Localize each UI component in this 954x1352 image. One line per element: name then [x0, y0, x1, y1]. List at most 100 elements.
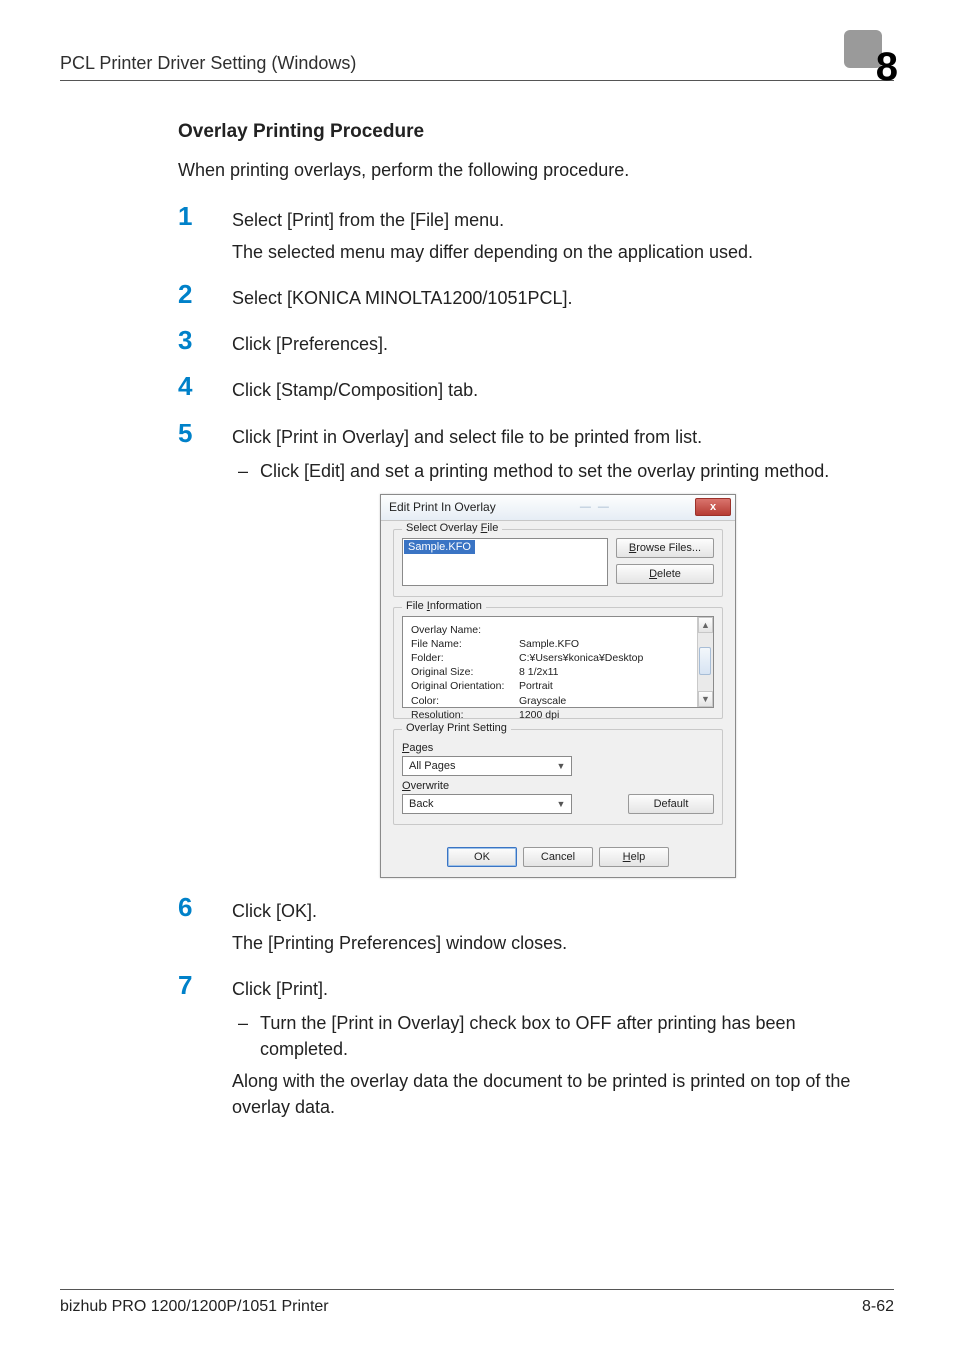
- step-7: 7 Click [Print]. Turn the [Print in Over…: [178, 976, 884, 1120]
- info-key: Original Orientation:: [411, 679, 519, 693]
- content: Overlay Printing Procedure When printing…: [60, 121, 894, 1120]
- step-text: Select [KONICA MINOLTA1200/1051PCL].: [232, 285, 884, 311]
- file-row: Sample.KFO Browse Files... Delete: [402, 538, 714, 586]
- button-label: Cancel: [541, 851, 575, 863]
- chevron-down-icon: ▼: [553, 761, 569, 771]
- step-5: 5 Click [Print in Overlay] and select fi…: [178, 424, 884, 878]
- info-key: Color:: [411, 694, 519, 708]
- overlay-print-setting-group: Overlay Print Setting Pages All Pages ▼: [393, 729, 723, 825]
- info-val: Portrait: [519, 679, 691, 693]
- intro-text: When printing overlays, perform the foll…: [178, 157, 884, 183]
- chapter-number: 8: [876, 45, 898, 90]
- info-row: Original Size:8 1/2x11: [411, 665, 691, 679]
- step-text: Click [Preferences].: [232, 331, 884, 357]
- header-title: PCL Printer Driver Setting (Windows): [60, 53, 356, 74]
- group-label: Select Overlay File: [402, 522, 502, 534]
- step-text: Click [Print].: [232, 976, 884, 1002]
- info-key: File Name:: [411, 637, 519, 651]
- step-subtext: Along with the overlay data the document…: [232, 1068, 884, 1120]
- step-list: 1 Select [Print] from the [File] menu. T…: [178, 207, 884, 1120]
- delete-button[interactable]: Delete: [616, 564, 714, 584]
- step-bullet: Turn the [Print in Overlay] check box to…: [232, 1010, 884, 1062]
- step-bullet: Click [Edit] and set a printing method t…: [232, 458, 884, 484]
- label-part: ages: [409, 742, 433, 754]
- step-number: 4: [178, 371, 192, 402]
- selected-file: Sample.KFO: [404, 540, 475, 554]
- label-mnemonic: D: [649, 568, 657, 580]
- step-text: Click [Print in Overlay] and select file…: [232, 424, 884, 450]
- step-number: 1: [178, 201, 192, 232]
- default-button[interactable]: Default: [628, 794, 714, 814]
- pages-select[interactable]: All Pages ▼: [402, 756, 572, 776]
- info-val: Sample.KFO: [519, 637, 691, 651]
- section-heading: Overlay Printing Procedure: [178, 121, 884, 143]
- step-number: 7: [178, 970, 192, 1001]
- label-part: ile: [487, 522, 498, 534]
- group-label: File Information: [402, 600, 486, 612]
- info-scrollbar[interactable]: ▲ ▼: [697, 617, 713, 707]
- browse-files-button[interactable]: Browse Files...: [616, 538, 714, 558]
- info-row: Original Orientation:Portrait: [411, 679, 691, 693]
- info-key: Original Size:: [411, 665, 519, 679]
- file-info-box: Overlay Name: File Name:Sample.KFO Folde…: [402, 616, 714, 708]
- label-part: elp: [631, 851, 646, 863]
- label-part: Select Overlay: [406, 522, 481, 534]
- info-key: Overlay Name:: [411, 623, 519, 637]
- overwrite-col: Overwrite Back ▼: [402, 776, 572, 814]
- page-header: PCL Printer Driver Setting (Windows) 8: [60, 30, 894, 81]
- select-value: Back: [409, 798, 433, 810]
- info-key: Resolution:: [411, 708, 519, 722]
- step-number: 3: [178, 325, 192, 356]
- label-part: rowse Files...: [636, 542, 701, 554]
- step-number: 5: [178, 418, 192, 449]
- dialog-wrap: Edit Print In Overlay — — x Select Overl…: [232, 494, 884, 878]
- step-6: 6 Click [OK]. The [Printing Preferences]…: [178, 898, 884, 956]
- file-information-group: File Information Overlay Name: File Name…: [393, 607, 723, 719]
- select-overlay-file-group: Select Overlay File Sample.KFO Browse Fi…: [393, 529, 723, 597]
- help-button[interactable]: Help: [599, 847, 669, 867]
- step-text: Click [Stamp/Composition] tab.: [232, 377, 884, 403]
- close-button[interactable]: x: [695, 498, 731, 516]
- label-part: nformation: [430, 600, 482, 612]
- label-mnemonic: H: [623, 851, 631, 863]
- dialog-button-row: OK Cancel Help: [381, 845, 735, 877]
- overwrite-label: Overwrite: [402, 780, 572, 792]
- dialog-title: Edit Print In Overlay: [389, 500, 496, 514]
- scroll-down-icon[interactable]: ▼: [698, 691, 713, 707]
- info-row: Overlay Name:: [411, 623, 691, 637]
- info-row: Resolution:1200 dpi: [411, 708, 691, 722]
- group-label: Overlay Print Setting: [402, 722, 511, 734]
- info-key: Folder:: [411, 651, 519, 665]
- scroll-up-icon[interactable]: ▲: [698, 617, 713, 633]
- button-label: OK: [474, 851, 490, 863]
- dialog-title-blur: — —: [580, 501, 611, 513]
- info-val: Grayscale: [519, 694, 691, 708]
- footer-left: bizhub PRO 1200/1200P/1051 Printer: [60, 1298, 329, 1316]
- label-mnemonic: O: [402, 780, 411, 792]
- file-buttons: Browse Files... Delete: [616, 538, 714, 586]
- ok-button[interactable]: OK: [447, 847, 517, 867]
- scroll-thumb[interactable]: [699, 647, 711, 675]
- label-part: elete: [657, 568, 681, 580]
- step-2: 2 Select [KONICA MINOLTA1200/1051PCL].: [178, 285, 884, 311]
- info-val: [519, 623, 691, 637]
- overlay-file-list[interactable]: Sample.KFO: [402, 538, 608, 586]
- select-value: All Pages: [409, 760, 455, 772]
- info-row: Color:Grayscale: [411, 694, 691, 708]
- close-icon: x: [710, 501, 716, 513]
- label-part: File: [406, 600, 427, 612]
- overwrite-row: Overwrite Back ▼ Default: [402, 776, 714, 814]
- step-3: 3 Click [Preferences].: [178, 331, 884, 357]
- info-val: 8 1/2x11: [519, 665, 691, 679]
- step-number: 6: [178, 892, 192, 923]
- pages-label: Pages: [402, 742, 714, 754]
- step-text: Select [Print] from the [File] menu.: [232, 207, 884, 233]
- cancel-button[interactable]: Cancel: [523, 847, 593, 867]
- info-row: File Name:Sample.KFO: [411, 637, 691, 651]
- overwrite-select[interactable]: Back ▼: [402, 794, 572, 814]
- dialog-titlebar: Edit Print In Overlay — — x: [381, 495, 735, 521]
- step-number: 2: [178, 279, 192, 310]
- info-row: Folder:C:¥Users¥konica¥Desktop: [411, 651, 691, 665]
- step-text: Click [OK].: [232, 898, 884, 924]
- page: PCL Printer Driver Setting (Windows) 8 O…: [0, 0, 954, 1352]
